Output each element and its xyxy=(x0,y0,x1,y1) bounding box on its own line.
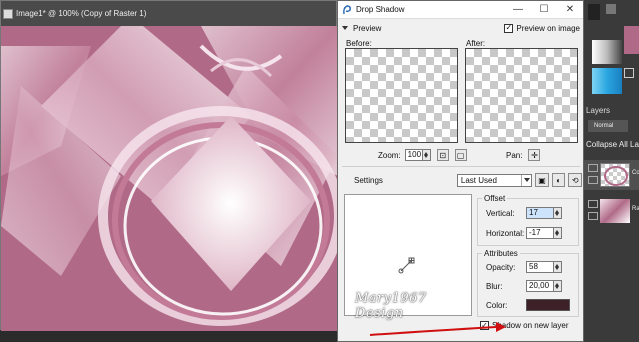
psp-app-icon xyxy=(343,4,351,14)
blur-stepper[interactable]: 20,00 xyxy=(526,280,562,292)
dialog-title: Drop Shadow xyxy=(356,5,405,14)
layer-thumbnail-1 xyxy=(600,163,630,187)
preview-label: Preview xyxy=(353,23,382,33)
zoom-stepper[interactable]: 100 xyxy=(404,149,431,161)
minimize-button[interactable]: — xyxy=(505,1,531,18)
swap-colors-icon[interactable] xyxy=(624,68,634,78)
document-icon xyxy=(3,8,13,19)
opacity-field[interactable]: 58 xyxy=(526,261,554,273)
before-preview[interactable] xyxy=(345,48,458,143)
layer-thumbnail-2 xyxy=(600,199,630,223)
settings-value: Last Used xyxy=(460,175,497,185)
layer-visibility-icon[interactable] xyxy=(588,200,598,208)
collapse-all-layers-button[interactable]: Collapse All Layers xyxy=(586,140,639,149)
zoom-spin-arrows[interactable] xyxy=(422,149,431,161)
layer-lock-icon[interactable] xyxy=(588,176,598,184)
preview-header: Preview ✓ Preview on image xyxy=(342,21,580,35)
offset-group-title: Offset xyxy=(482,194,508,203)
after-preview[interactable] xyxy=(465,48,578,143)
watermark-signature: Mary1967 Design xyxy=(355,291,427,321)
offset-crosshair-icon[interactable] xyxy=(397,255,417,275)
preview-on-image-label: Preview on image xyxy=(516,23,580,33)
layer-row-1[interactable]: Co xyxy=(584,160,639,190)
image-canvas[interactable] xyxy=(1,26,338,331)
foreground-swatch[interactable] xyxy=(588,4,600,20)
horizontal-field[interactable]: -17 xyxy=(526,227,554,239)
settings-label: Settings xyxy=(354,175,383,185)
tool-swatch[interactable] xyxy=(606,4,616,14)
material-swatch[interactable] xyxy=(624,26,639,54)
blur-row: Blur: 20,00 xyxy=(486,280,562,292)
opacity-stepper[interactable]: 58 xyxy=(526,261,562,273)
vertical-field[interactable]: 17 xyxy=(526,207,554,219)
grayscale-palette[interactable] xyxy=(592,40,622,64)
blend-mode-dropdown[interactable]: Normal xyxy=(588,120,628,132)
layer-row-2[interactable]: Ra xyxy=(584,196,639,226)
attributes-group: Attributes Opacity: 58 Blur: 20,00 Color… xyxy=(477,249,579,317)
chevron-down-icon xyxy=(521,174,531,186)
zoom-control: Zoom: 100 ⊡ ▢ xyxy=(378,149,467,161)
settings-dropdown[interactable]: Last Used xyxy=(456,173,533,187)
canvas-artwork xyxy=(1,26,338,331)
actual-size-icon[interactable]: ▢ xyxy=(454,149,467,161)
horizontal-spin-arrows[interactable] xyxy=(554,227,562,239)
collapse-triangle-icon[interactable] xyxy=(342,26,348,30)
divider xyxy=(342,166,580,167)
color-label: Color: xyxy=(486,300,508,310)
color-row: Color: xyxy=(486,299,570,311)
pan-label: Pan: xyxy=(506,150,523,160)
close-button[interactable]: ✕ xyxy=(557,1,583,18)
screen: Image1* @ 100% (Copy of Raster 1) Drop S… xyxy=(0,0,639,342)
annotation-arrow-icon xyxy=(369,322,506,336)
horizontal-row: Horizontal: -17 xyxy=(486,227,562,239)
vertical-stepper[interactable]: 17 xyxy=(526,207,562,219)
drop-shadow-dialog: Drop Shadow — ☐ ✕ Preview ✓ Preview on i… xyxy=(337,0,584,342)
layer-name-1: Co xyxy=(632,170,639,176)
pan-icon[interactable]: ✛ xyxy=(528,149,541,161)
layer-visibility-icon[interactable] xyxy=(588,164,598,172)
image-window-title: Image1* @ 100% (Copy of Raster 1) xyxy=(16,9,147,18)
vertical-row: Vertical: 17 xyxy=(486,207,562,219)
vertical-label: Vertical: xyxy=(486,208,515,218)
settings-row: Settings Last Used ▣ ◐ ⟲ xyxy=(354,173,582,187)
randomize-icon[interactable]: ⟲ xyxy=(568,173,582,187)
after-label: After: xyxy=(466,39,486,48)
horizontal-label: Horizontal: xyxy=(486,228,525,238)
dialog-titlebar[interactable]: Drop Shadow — ☐ ✕ xyxy=(338,1,583,19)
offset-group: Offset Vertical: 17 Horizontal: -17 xyxy=(477,194,579,246)
save-preset-icon[interactable]: ▣ xyxy=(535,173,549,187)
zoom-label: Zoom: xyxy=(378,150,401,160)
opacity-label: Opacity: xyxy=(486,262,516,272)
layers-panel-title: Layers xyxy=(586,106,611,115)
shadow-color-swatch[interactable] xyxy=(526,299,570,311)
blur-field[interactable]: 20,00 xyxy=(526,280,554,292)
zoom-to-fit-icon[interactable]: ⊡ xyxy=(436,149,449,161)
before-label: Before: xyxy=(346,39,372,48)
maximize-button[interactable]: ☐ xyxy=(531,1,557,18)
zoom-field[interactable]: 100 xyxy=(404,149,423,161)
horizontal-stepper[interactable]: -17 xyxy=(526,227,562,239)
right-panel: Layers Normal Collapse All Layers Co Ra xyxy=(584,0,639,342)
layer-name-2: Ra xyxy=(632,206,639,212)
vertical-spin-arrows[interactable] xyxy=(554,207,562,219)
attributes-group-title: Attributes xyxy=(482,249,520,258)
blur-label: Blur: xyxy=(486,281,503,291)
pan-control: Pan: ✛ xyxy=(506,149,541,161)
preview-on-image-toggle[interactable]: ✓ Preview on image xyxy=(504,23,580,33)
opacity-spin-arrows[interactable] xyxy=(554,261,562,273)
layer-lock-icon[interactable] xyxy=(588,212,598,220)
image-window-titlebar[interactable]: Image1* @ 100% (Copy of Raster 1) xyxy=(1,1,336,26)
blur-spin-arrows[interactable] xyxy=(554,280,562,292)
preview-on-image-checkbox[interactable]: ✓ xyxy=(504,23,514,33)
image-window: Image1* @ 100% (Copy of Raster 1) xyxy=(0,0,338,331)
blue-palette[interactable] xyxy=(592,68,622,94)
reset-icon[interactable]: ◐ xyxy=(551,173,566,187)
opacity-row: Opacity: 58 xyxy=(486,261,562,273)
shadow-direction-preview[interactable]: Mary1967 Design xyxy=(344,194,472,321)
